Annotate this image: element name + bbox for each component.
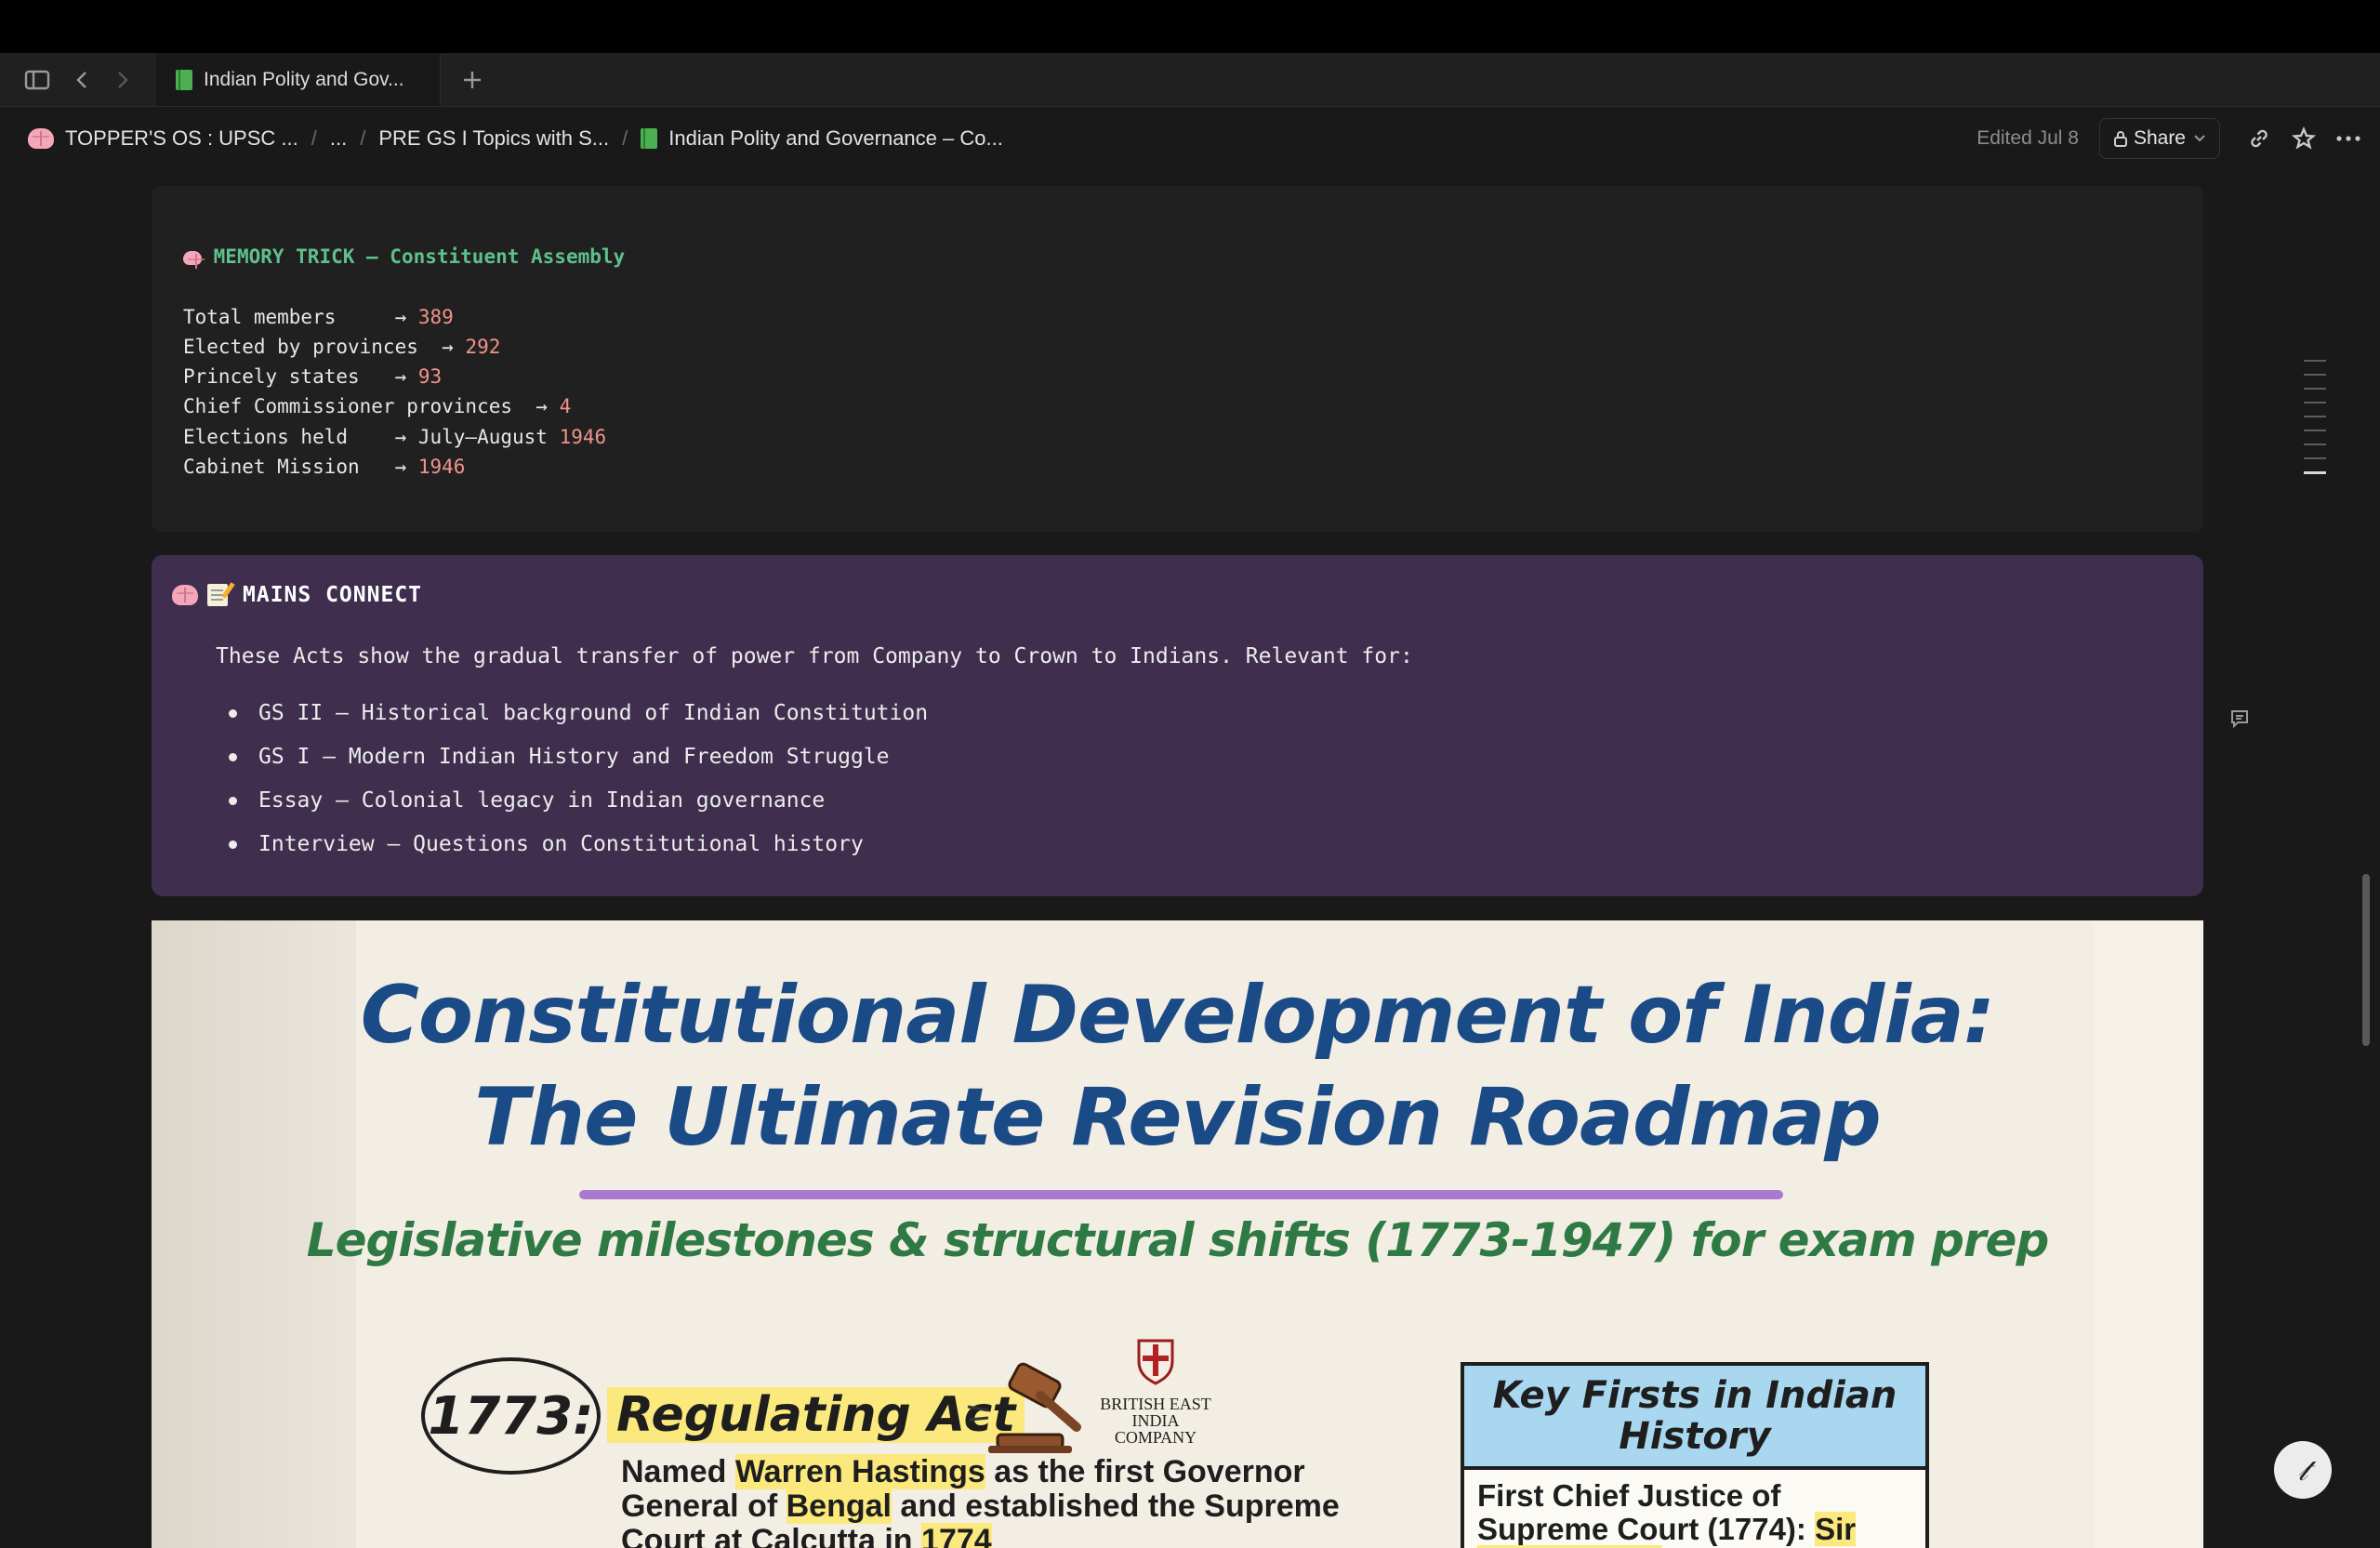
key-firsts-text: First Chief Justice of Supreme Court (17… xyxy=(1464,1470,1925,1548)
breadcrumb-ellipsis[interactable]: ... xyxy=(330,126,347,151)
key-firsts-box: Key Firsts in Indian History First Chief… xyxy=(1461,1362,1929,1548)
memory-row: Cabinet Mission → 1946 xyxy=(183,456,466,479)
east-india-company-emblem: BRITISH EAST INDIA COMPANY xyxy=(1091,1335,1221,1446)
act-description: Named Warren Hastings as the first Gover… xyxy=(621,1454,1402,1548)
list-item: Essay — Colonial legacy in Indian govern… xyxy=(216,787,928,830)
memory-row: Total members → 389 xyxy=(183,305,454,328)
gavel-icon xyxy=(967,1362,1081,1453)
green-book-icon xyxy=(176,69,192,90)
memo-icon xyxy=(207,584,228,606)
breadcrumb-separator: / xyxy=(622,126,628,150)
breadcrumb-separator: / xyxy=(360,126,366,150)
breadcrumb-parent[interactable]: PRE GS I Topics with S... xyxy=(378,126,609,151)
callout-title: MAINS CONNECT xyxy=(243,583,423,607)
forward-icon[interactable] xyxy=(102,53,143,106)
breadcrumb-root-label: TOPPER'S OS : UPSC ... xyxy=(65,126,298,150)
breadcrumb-separator: / xyxy=(311,126,317,150)
breadcrumb-current-label: Indian Polity and Governance – Co... xyxy=(668,126,1003,150)
window-top-strip xyxy=(0,0,2380,53)
page-scrollbar[interactable] xyxy=(2362,874,2370,1046)
memory-row: Princely states → 93 xyxy=(183,365,443,389)
callout-text: These Acts show the gradual transfer of … xyxy=(216,644,1413,668)
tab-label: Indian Polity and Gov... xyxy=(204,68,404,90)
green-book-icon xyxy=(641,128,658,149)
new-tab-plus-icon[interactable] xyxy=(452,53,493,106)
memory-row: Chief Commissioner provinces → 4 xyxy=(183,395,572,418)
brain-icon xyxy=(172,585,198,605)
share-label: Share xyxy=(2133,127,2186,149)
infographic-title-line2: The Ultimate Revision Roadmap xyxy=(474,1071,1882,1164)
sidebar-toggle-icon[interactable] xyxy=(17,53,58,106)
memory-trick-title: MEMORY TRICK — Constituent Assembly xyxy=(213,245,626,268)
share-button[interactable]: Share xyxy=(2098,118,2220,159)
year-bubble: 1773: xyxy=(421,1357,601,1475)
key-firsts-title: Key Firsts in Indian History xyxy=(1464,1366,1925,1470)
edited-timestamp: Edited Jul 8 xyxy=(1977,127,2079,149)
comment-icon[interactable] xyxy=(2229,708,2250,734)
more-options-icon[interactable] xyxy=(2328,118,2369,159)
star-icon[interactable] xyxy=(2283,118,2324,159)
memory-trick-code-block[interactable]: MEMORY TRICK — Constituent Assembly Tota… xyxy=(152,186,2203,532)
header-actions: Edited Jul 8 Share xyxy=(1977,107,2380,170)
title-underline xyxy=(579,1190,1783,1199)
company-label: BRITISH EAST INDIA COMPANY xyxy=(1100,1395,1211,1447)
infographic-image[interactable]: Constitutional Development of India: The… xyxy=(152,920,2203,1548)
tab-bar: Indian Polity and Gov... xyxy=(0,53,2380,107)
ai-assistant-button[interactable]: 𝓉 xyxy=(2274,1441,2332,1499)
memory-row: Elections held → July–August 1946 xyxy=(183,425,607,448)
mains-connect-callout[interactable]: MAINS CONNECT These Acts show the gradua… xyxy=(152,555,2203,896)
relevance-list: GS II — Historical background of Indian … xyxy=(216,699,928,874)
list-item: GS II — Historical background of Indian … xyxy=(216,699,928,743)
callout-header: MAINS CONNECT xyxy=(172,583,422,607)
infographic-subtitle: Legislative milestones & structural shif… xyxy=(306,1213,2050,1267)
brain-icon xyxy=(28,128,54,149)
list-item: GS I — Modern Indian History and Freedom… xyxy=(216,743,928,787)
company-shield-icon xyxy=(1137,1339,1174,1385)
back-icon[interactable] xyxy=(61,53,102,106)
list-item: Interview — Questions on Constitutional … xyxy=(216,830,928,874)
chevron-down-icon xyxy=(2194,135,2205,142)
memory-row: Elected by provinces → 292 xyxy=(183,335,501,358)
breadcrumb-root[interactable]: TOPPER'S OS : UPSC ... xyxy=(28,126,298,151)
copy-link-icon[interactable] xyxy=(2239,118,2280,159)
breadcrumb: TOPPER'S OS : UPSC ... / ... / PRE GS I … xyxy=(0,107,2380,170)
brain-icon xyxy=(183,250,205,269)
outline-scroll-markers[interactable] xyxy=(2304,360,2326,486)
tab-indian-polity[interactable]: Indian Polity and Gov... xyxy=(154,53,441,106)
lock-icon xyxy=(2113,131,2127,147)
infographic-title-line1: Constitutional Development of India: xyxy=(360,969,1995,1062)
breadcrumb-current[interactable]: Indian Polity and Governance – Co... xyxy=(641,126,1003,151)
